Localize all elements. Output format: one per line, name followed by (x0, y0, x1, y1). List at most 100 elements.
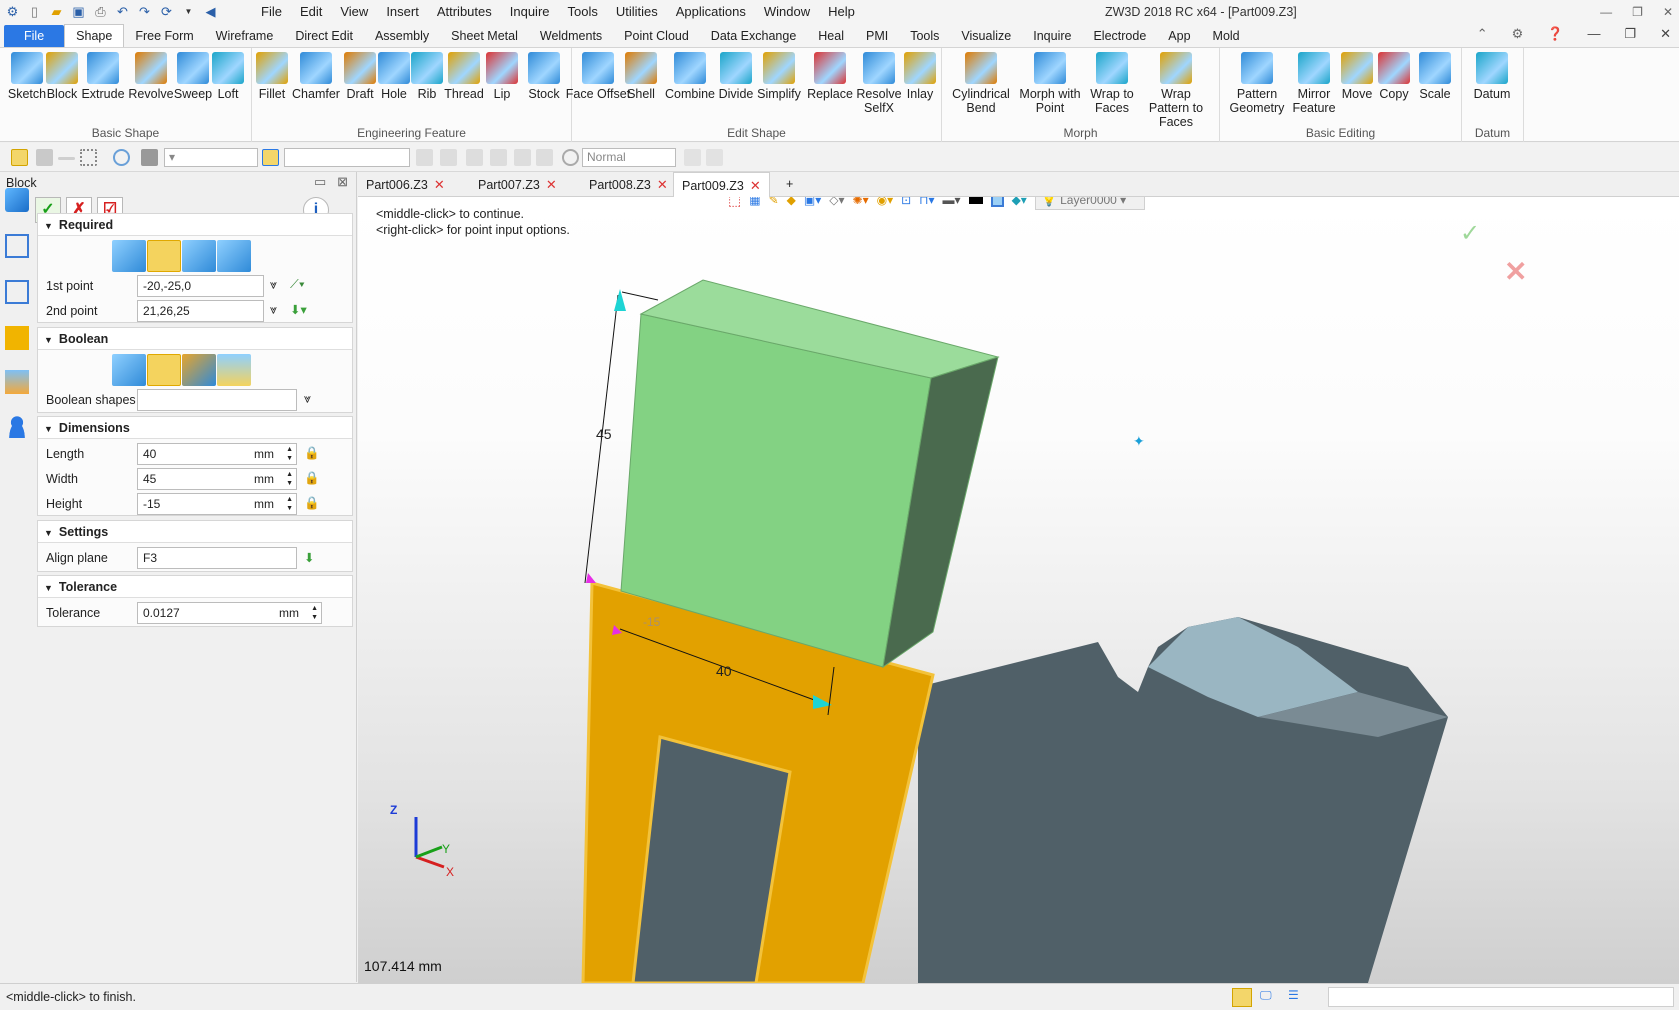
datum-button[interactable]: Datum (1456, 52, 1528, 101)
open-file-icon[interactable]: ▰ (48, 3, 65, 20)
collapse-ribbon-icon[interactable]: ⌃ (1477, 26, 1488, 42)
block-type-1-icon[interactable] (112, 240, 146, 272)
width-spinner[interactable]: ▲ ▼ (286, 470, 293, 488)
save-icon[interactable]: ▣ (70, 3, 87, 20)
height-spinner[interactable]: ▲ ▼ (286, 495, 293, 513)
length-input[interactable]: 40 mm ▲ ▼ (137, 443, 297, 465)
menu-help[interactable]: Help (819, 0, 864, 24)
block-type-2-icon[interactable] (147, 240, 181, 272)
boolean-add-icon[interactable] (147, 354, 181, 386)
menu-attributes[interactable]: Attributes (428, 0, 501, 24)
ribbon-tab-visualize[interactable]: Visualize (950, 25, 1022, 47)
cursor-icon[interactable] (684, 149, 701, 166)
tolerance-header[interactable]: Tolerance (38, 576, 352, 598)
regen-icon[interactable]: ⟳ (158, 3, 175, 20)
undo-icon[interactable]: ↶ (114, 3, 131, 20)
ribbon-tab-pmi[interactable]: PMI (855, 25, 899, 47)
ribbon-tab-heal[interactable]: Heal (807, 25, 855, 47)
select-pointer-icon[interactable] (11, 149, 28, 166)
restore-icon[interactable]: ❐ (1632, 0, 1643, 24)
print-icon[interactable]: ⎙ (92, 3, 109, 20)
tools-icon[interactable] (706, 149, 723, 166)
ribbon-tab-assembly[interactable]: Assembly (364, 25, 440, 47)
ribbon-tab-weldments[interactable]: Weldments (529, 25, 613, 47)
ribbon-tab-point-cloud[interactable]: Point Cloud (613, 25, 700, 47)
group-icon[interactable] (490, 149, 507, 166)
minus-icon[interactable] (58, 157, 75, 160)
tolerance-spinner[interactable]: ▲ ▼ (311, 604, 318, 622)
ribbon-tab-direct-edit[interactable]: Direct Edit (284, 25, 364, 47)
new-tab-icon[interactable]: + (778, 172, 801, 197)
3d-viewport[interactable]: <middle-click> to continue. <right-click… (358, 197, 1679, 983)
height-lock-icon[interactable]: 🔒 (304, 496, 320, 511)
boolean-intersect-icon[interactable] (217, 354, 251, 386)
ribbon-tab-shape[interactable]: Shape (64, 24, 125, 47)
render-icon[interactable] (562, 149, 579, 166)
p2-input[interactable]: 21,26,25 (137, 300, 264, 322)
box-select-icon[interactable] (80, 149, 97, 166)
required-header[interactable]: Required (38, 214, 352, 236)
dim-height-label[interactable]: 45 (596, 426, 612, 442)
menu-inquire[interactable]: Inquire (501, 0, 559, 24)
close-window-icon[interactable]: ✕ (1663, 0, 1673, 24)
tolerance-input[interactable]: 0.0127 mm ▲ ▼ (137, 602, 322, 624)
snap-mode-icon[interactable] (262, 149, 279, 166)
dim-length-label[interactable]: 40 (716, 663, 732, 679)
status-list-icon[interactable]: ☰ (1288, 988, 1308, 1007)
width-lock-icon[interactable]: 🔒 (304, 471, 320, 486)
width-input[interactable]: 45 mm ▲ ▼ (137, 468, 297, 490)
align-plane-pick-icon[interactable]: ⬇ (304, 550, 314, 565)
arrange-icon[interactable] (514, 149, 531, 166)
wrap-pattern-to-faces-button[interactable]: Wrap Pattern to Faces (1140, 52, 1212, 129)
filter-combo[interactable]: ▾ (164, 148, 258, 167)
p1-options-icon[interactable]: ⟋▾ (290, 277, 305, 292)
doc-minimize-icon[interactable]: — (1587, 26, 1600, 42)
menu-applications[interactable]: Applications (667, 0, 755, 24)
length-lock-icon[interactable]: 🔒 (304, 446, 320, 461)
doc-tab-part008-z3[interactable]: Part008.Z3 ✕ (581, 172, 676, 197)
menu-window[interactable]: Window (755, 0, 819, 24)
ribbon-tab-free-form[interactable]: Free Form (124, 25, 204, 47)
ribbon-tab-electrode[interactable]: Electrode (1082, 25, 1157, 47)
doc-tab-part006-z3[interactable]: Part006.Z3 ✕ (358, 172, 453, 197)
doc-tab-part007-z3[interactable]: Part007.Z3 ✕ (470, 172, 565, 197)
snap-combo[interactable] (284, 148, 410, 167)
ribbon-tab-sheet-metal[interactable]: Sheet Metal (440, 25, 529, 47)
p2-options-icon[interactable]: ⬇▾ (290, 302, 307, 317)
height-input[interactable]: -15 mm ▲ ▼ (137, 493, 297, 515)
status-input-field[interactable] (1328, 987, 1674, 1007)
pick-icon[interactable] (536, 149, 553, 166)
close-tab-icon[interactable]: ✕ (546, 177, 557, 192)
stack-icon[interactable] (440, 149, 457, 166)
doc-tab-part009-z3[interactable]: Part009.Z3 ✕ (673, 172, 770, 197)
align-plane-input[interactable]: F3 (137, 547, 297, 569)
part-icon[interactable] (5, 326, 29, 350)
dim-depth-label[interactable]: -15 (643, 615, 660, 629)
boolean-base-icon[interactable] (112, 354, 146, 386)
p1-input[interactable]: -20,-25,0 (137, 275, 264, 297)
doc-restore-icon[interactable]: ❐ (1624, 26, 1636, 42)
p2-expand-icon[interactable]: ⩔ (270, 303, 277, 318)
p1-expand-icon[interactable]: ⩔ (270, 278, 277, 293)
panel-close-icon[interactable]: ⊠ (337, 174, 348, 189)
cylindrical-bend-button[interactable]: Cylindrical Bend (945, 52, 1017, 115)
ribbon-tab-mold[interactable]: Mold (1202, 25, 1251, 47)
menu-insert[interactable]: Insert (377, 0, 428, 24)
pick-filter-icon[interactable] (36, 149, 53, 166)
ribbon-tab-app[interactable]: App (1157, 25, 1201, 47)
ribbon-tab-tools[interactable]: Tools (899, 25, 950, 47)
redo-icon[interactable]: ↷ (136, 3, 153, 20)
feature-block-icon[interactable] (5, 188, 29, 212)
status-active-icon[interactable] (1232, 988, 1252, 1007)
menu-tools[interactable]: Tools (559, 0, 607, 24)
pin-icon[interactable]: ▭ (314, 174, 326, 189)
menu-view[interactable]: View (331, 0, 377, 24)
boolean-header[interactable]: Boolean (38, 328, 352, 350)
ribbon-tab-data-exchange[interactable]: Data Exchange (700, 25, 807, 47)
doc-close-icon[interactable]: ✕ (1660, 26, 1671, 42)
filter-icon[interactable] (141, 149, 158, 166)
status-screen-icon[interactable]: 🖵 (1260, 988, 1280, 1007)
close-tab-icon[interactable]: ✕ (657, 177, 668, 192)
menu-utilities[interactable]: Utilities (607, 0, 667, 24)
history-tree-icon[interactable] (5, 234, 29, 258)
